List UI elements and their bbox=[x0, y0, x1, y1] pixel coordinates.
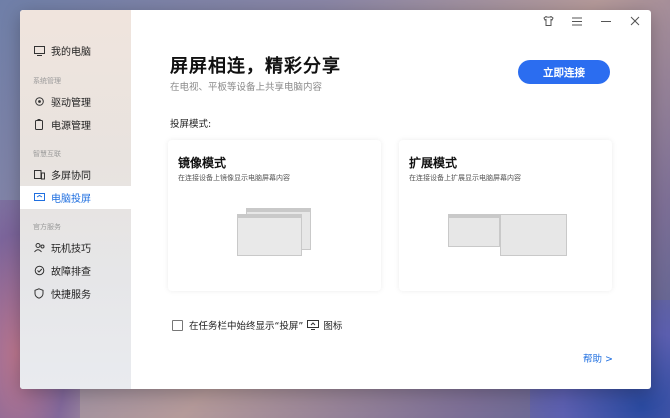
sidebar-item-label: 故障排查 bbox=[51, 267, 91, 278]
sidebar-section-smart-connect: 智慧互联 bbox=[33, 150, 61, 158]
monitor-icon bbox=[33, 45, 45, 57]
menu-icon[interactable] bbox=[570, 14, 584, 28]
sidebar-section-system: 系统管理 bbox=[33, 77, 61, 85]
sidebar-item-label: 我的电脑 bbox=[51, 47, 91, 58]
mirror-mode-card[interactable]: 镜像模式 在连接设备上镜像显示电脑屏幕内容 bbox=[168, 140, 381, 291]
sidebar-item-label: 玩机技巧 bbox=[51, 244, 91, 255]
help-link[interactable]: 帮助 > bbox=[583, 351, 613, 365]
sidebar-item-label: 快捷服务 bbox=[51, 290, 91, 301]
gear-icon bbox=[33, 96, 45, 108]
card-title: 扩展模式 bbox=[409, 156, 458, 170]
sidebar-item-multi-screen[interactable]: 多屏协同 bbox=[20, 163, 131, 186]
sidebar-item-label: 多屏协同 bbox=[51, 171, 91, 182]
battery-icon bbox=[33, 119, 45, 131]
option-label-prefix: 在任务栏中始终显示 bbox=[189, 321, 275, 332]
multi-screen-icon bbox=[33, 169, 45, 181]
sidebar-item-label: 电脑投屏 bbox=[51, 194, 91, 205]
page-subtitle: 在电视、平板等设备上共享电脑内容 bbox=[170, 82, 323, 93]
close-icon[interactable] bbox=[628, 14, 642, 28]
extend-mode-card[interactable]: 扩展模式 在连接设备上扩展显示电脑屏幕内容 bbox=[399, 140, 612, 291]
sidebar-item-screen-cast[interactable]: 电脑投屏 bbox=[20, 186, 131, 209]
shield-icon bbox=[33, 288, 45, 300]
page-title: 屏屏相连，精彩分享 bbox=[170, 56, 341, 77]
people-icon bbox=[33, 242, 45, 254]
sidebar-item-label: 电源管理 bbox=[51, 121, 91, 132]
card-description: 在连接设备上镜像显示电脑屏幕内容 bbox=[178, 174, 290, 182]
cast-icon bbox=[307, 320, 320, 330]
mirror-illustration bbox=[237, 208, 313, 256]
card-description: 在连接设备上扩展显示电脑屏幕内容 bbox=[409, 174, 521, 182]
sidebar-section-official: 官方服务 bbox=[33, 223, 61, 231]
option-label-quote: “投屏” bbox=[274, 321, 304, 332]
connect-now-button[interactable]: 立即连接 bbox=[518, 60, 610, 84]
sidebar: 我的电脑 系统管理 驱动管理 电源管理 智慧互联 多屏协同 电脑投屏 官方服务 … bbox=[20, 10, 131, 389]
taskbar-icon-checkbox[interactable] bbox=[172, 319, 183, 331]
sidebar-item-troubleshoot[interactable]: 故障排查 bbox=[20, 259, 131, 282]
wrench-icon bbox=[33, 265, 45, 277]
app-window: 我的电脑 系统管理 驱动管理 电源管理 智慧互联 多屏协同 电脑投屏 官方服务 … bbox=[20, 10, 651, 389]
sidebar-item-label: 驱动管理 bbox=[51, 98, 91, 109]
card-title: 镜像模式 bbox=[178, 156, 227, 170]
sidebar-item-tips[interactable]: 玩机技巧 bbox=[20, 236, 131, 259]
sidebar-item-my-computer[interactable]: 我的电脑 bbox=[20, 39, 131, 62]
sidebar-item-quick-service[interactable]: 快捷服务 bbox=[20, 282, 131, 305]
cast-icon bbox=[33, 192, 45, 204]
extend-illustration bbox=[448, 214, 568, 258]
option-label-suffix: 图标 bbox=[323, 321, 343, 332]
sidebar-item-drivers[interactable]: 驱动管理 bbox=[20, 90, 131, 113]
main-panel: 屏屏相连，精彩分享 在电视、平板等设备上共享电脑内容 立即连接 投屏模式: 镜像… bbox=[131, 10, 651, 389]
taskbar-icon-option[interactable]: 在任务栏中始终显示 “投屏” 图标 bbox=[172, 318, 342, 332]
minimize-icon[interactable] bbox=[599, 14, 613, 28]
sidebar-item-power[interactable]: 电源管理 bbox=[20, 113, 131, 136]
shirt-icon[interactable] bbox=[541, 14, 555, 28]
cast-mode-label: 投屏模式: bbox=[170, 119, 212, 130]
